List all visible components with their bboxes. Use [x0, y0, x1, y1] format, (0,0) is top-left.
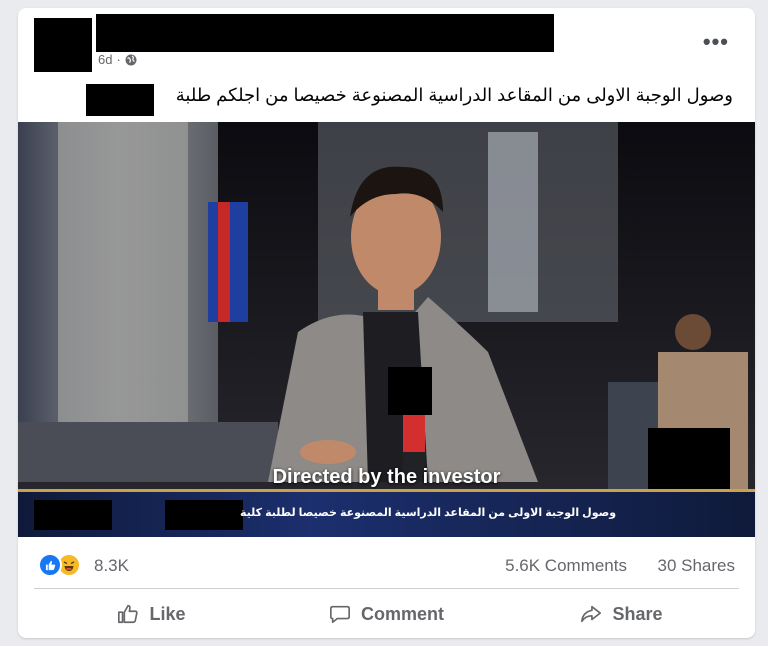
redacted-ticker-word	[165, 500, 243, 530]
post-stats: 8.3K 5.6K Comments 30 Shares	[18, 549, 755, 579]
news-ticker: وصول الوجبة الاولى من المقاعد الدراسية ا…	[18, 489, 755, 537]
comment-label: Comment	[360, 603, 444, 624]
share-icon	[581, 605, 602, 623]
redacted-text-segment	[86, 84, 154, 116]
redacted-mic-logo	[388, 367, 432, 415]
reactions-summary[interactable]	[38, 553, 81, 577]
comment-button[interactable]: Comment	[269, 592, 504, 636]
more-options-button[interactable]: •••	[703, 31, 729, 53]
post-text: وصول الوجبة الاولى من المقاعد الدراسية ا…	[175, 85, 733, 105]
share-button[interactable]: Share	[504, 592, 739, 636]
redacted-avatar	[34, 18, 92, 72]
like-button[interactable]: Like	[34, 592, 269, 636]
thumbs-up-icon	[118, 604, 139, 624]
post-meta: 6d ·	[98, 52, 137, 67]
video-caption: Directed by the investor	[272, 466, 501, 488]
globe-icon	[125, 54, 137, 65]
divider	[34, 588, 739, 589]
shares-count[interactable]: 30 Shares	[658, 556, 736, 576]
share-label: Share	[612, 603, 663, 624]
ticker-text: وصول الوجبة الاولى من المقاعد الدراسية ا…	[240, 507, 617, 519]
meta-separator: ·	[116, 52, 121, 67]
comment-icon	[329, 605, 350, 624]
like-label: Like	[149, 603, 186, 624]
redacted-author-name	[96, 14, 554, 52]
action-bar: Like Comment Share	[34, 592, 739, 636]
like-reaction-icon	[38, 553, 62, 577]
video-player[interactable]: Directed by the investor وصول الوجبة الا…	[18, 122, 755, 537]
comments-count[interactable]: 5.6K Comments	[505, 556, 627, 576]
reactions-count[interactable]: 8.3K	[94, 556, 129, 576]
post-card: 6d · ••• وصول الوجبة الاولى من المقاعد ا…	[18, 8, 755, 638]
redacted-ticker-logo	[34, 500, 112, 530]
post-time[interactable]: 6d	[98, 52, 112, 67]
